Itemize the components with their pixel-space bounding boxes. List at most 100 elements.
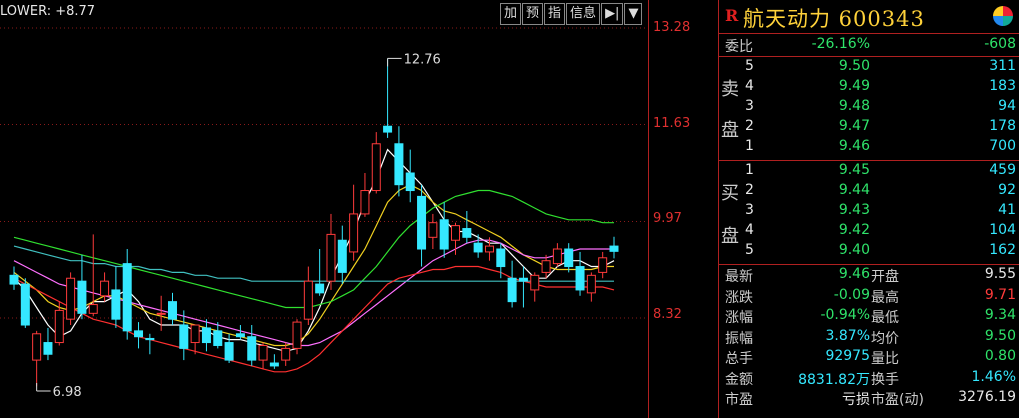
candle-body	[269, 362, 279, 367]
stat-label: 金额	[725, 371, 753, 388]
axis-label-2: 11.63	[653, 116, 691, 131]
ma-line	[13, 148, 615, 352]
stat-value: 亏损	[842, 392, 870, 408]
stat-row: 市盈 亏损 市盈(动) 3276.19	[719, 388, 1019, 409]
stat-label: 涨幅	[725, 310, 753, 326]
dropdown-button[interactable]: ▼	[624, 3, 643, 25]
weibi-diff: -608	[984, 36, 1016, 52]
candle-body	[303, 280, 313, 320]
candle-body	[179, 324, 189, 349]
forecast-button[interactable]: 预	[522, 3, 544, 25]
indicator-label: LOWER: +8.77	[0, 4, 96, 19]
candle-body	[167, 301, 177, 320]
ask-volume: 311	[989, 58, 1016, 74]
ask-price: 9.50	[838, 58, 870, 74]
stat-value-2: 3276.19	[958, 389, 1016, 405]
candle-body	[371, 143, 381, 192]
side-label: 盘	[721, 226, 739, 247]
candle-body	[122, 263, 132, 332]
kline-chart[interactable]: 12.76 6.98 LOWER: +8.77 加预指信息 ▶| ▼	[0, 0, 648, 418]
candle-body	[201, 327, 211, 344]
weibi-pct: -26.16%	[811, 36, 870, 52]
ask-volume: 183	[989, 78, 1016, 94]
candle-body	[145, 337, 155, 341]
candle-body	[496, 248, 506, 268]
candle-body	[394, 143, 404, 186]
ask-price: 9.47	[838, 118, 870, 134]
add-button[interactable]: 加	[500, 3, 522, 25]
candle-body	[530, 274, 540, 291]
stat-label: 市盈	[725, 392, 753, 408]
ask-level: 4	[745, 78, 754, 94]
color-ball-icon[interactable]	[993, 6, 1013, 26]
candle-body	[258, 344, 268, 361]
candle-body	[100, 280, 110, 297]
bid-price: 9.45	[838, 162, 870, 178]
ask-level: 3	[745, 98, 754, 114]
ask-row: 5 9.50 311	[719, 57, 1019, 78]
candle-body	[439, 219, 449, 250]
candle-body	[383, 125, 393, 133]
bid-volume: 41	[998, 202, 1016, 218]
ask-price: 9.49	[838, 78, 870, 94]
stat-label: 振幅	[725, 330, 753, 347]
high-annotation: 12.76	[404, 52, 441, 67]
ask-level: 5	[745, 58, 754, 74]
stat-row: 涨幅 -0.94% 最低 9.34	[719, 306, 1019, 327]
stat-label-2: 最高	[871, 289, 899, 306]
bid-price: 9.42	[838, 222, 870, 238]
stat-value-2: 9.55	[984, 266, 1016, 282]
side-label: 盘	[721, 120, 739, 141]
step-forward-button[interactable]: ▶|	[601, 3, 624, 25]
bid-row: 2 9.44 92	[719, 181, 1019, 202]
candle-body	[43, 342, 53, 355]
candle-body	[598, 257, 608, 273]
candle-body	[586, 274, 596, 294]
stat-label-2: 均价	[871, 330, 899, 347]
candle-body	[360, 190, 370, 215]
candle-body	[552, 248, 562, 265]
bid-level: 2	[745, 182, 754, 198]
stat-value: 3.87%	[825, 327, 870, 344]
bid-volume: 104	[989, 222, 1016, 238]
bid-row: 4 9.42 104	[719, 221, 1019, 242]
candle-body	[349, 213, 359, 253]
stat-label-2: 量比	[871, 351, 899, 367]
candle-body	[292, 321, 302, 349]
stat-value: 9.46	[838, 266, 870, 282]
candle-body	[54, 309, 64, 344]
bid-row: 1 9.45 459	[719, 161, 1019, 182]
stat-value-2: 9.50	[984, 327, 1016, 344]
stock-title: 航天动力 600343	[743, 7, 925, 31]
ask-row: 3 9.48 94	[719, 97, 1019, 118]
bid-level: 1	[745, 162, 754, 178]
stat-row: 总手 92975 量比 0.80	[719, 347, 1019, 368]
bid-price: 9.44	[838, 182, 870, 198]
stat-value: -0.94%	[820, 307, 870, 323]
stock-header: R 航天动力 600343	[719, 0, 1019, 34]
info-button[interactable]: 信息	[566, 3, 601, 25]
stat-label-2: 市盈(动)	[871, 392, 924, 408]
bid-row: 3 9.43 41	[719, 201, 1019, 222]
indicator-button[interactable]: 指	[544, 3, 566, 25]
price-axis: 13.28 11.63 9.97 8.32	[648, 0, 719, 418]
candle-body	[609, 245, 619, 252]
candle-body	[575, 266, 585, 291]
candle-body	[315, 283, 325, 294]
bid-level: 4	[745, 222, 754, 238]
chart-toolbar: 加预指信息 ▶| ▼	[500, 3, 643, 25]
stat-row: 金额 8831.82万 换手 1.46%	[719, 368, 1019, 389]
candle-body	[235, 333, 245, 338]
candle-body	[281, 347, 291, 361]
stat-label: 最新	[725, 269, 753, 285]
bid-price: 9.40	[838, 242, 870, 258]
candle-body	[451, 225, 461, 241]
candle-body	[134, 330, 144, 338]
quote-panel: R 航天动力 600343 委比 -26.16% -608 5 9.50 311 4 9.49…	[718, 0, 1019, 418]
stat-value-2: 0.80	[984, 348, 1016, 364]
stat-label-2: 换手	[871, 371, 899, 388]
candle-body	[337, 239, 347, 273]
candle-body	[484, 245, 494, 253]
kline-svg[interactable]: 12.76 6.98	[0, 0, 648, 418]
side-label: 卖	[721, 79, 739, 100]
